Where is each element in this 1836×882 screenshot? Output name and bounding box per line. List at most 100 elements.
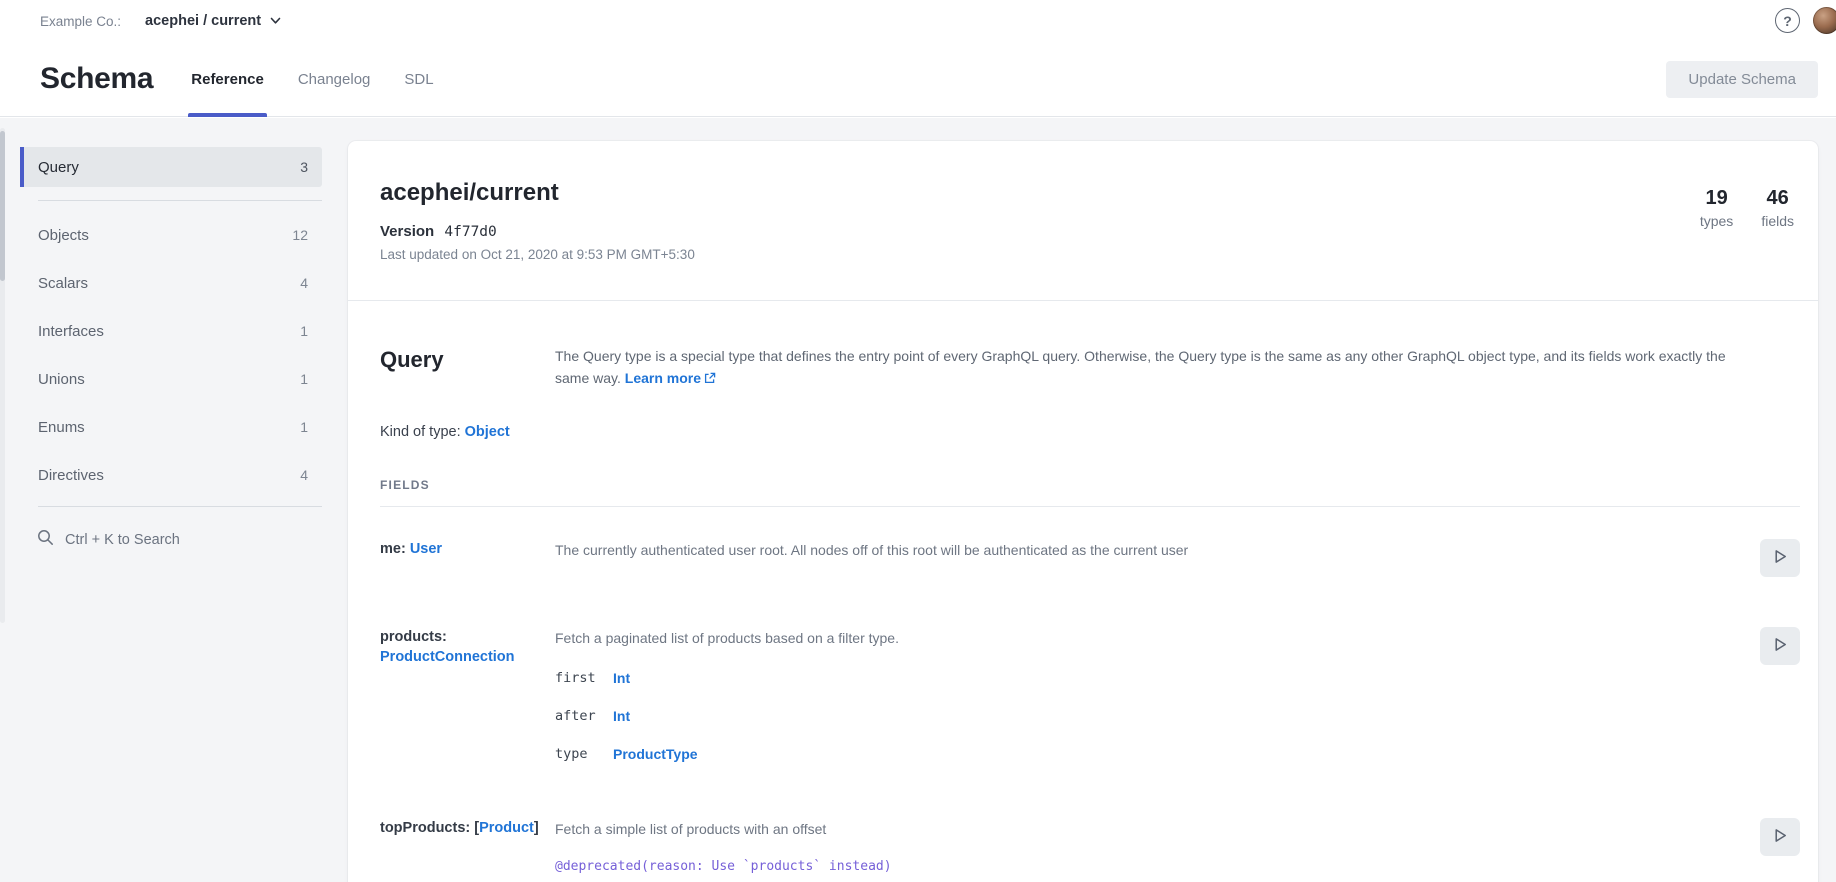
field-type-link[interactable]: ProductConnection (380, 649, 515, 665)
content-area: Query 3 Objects 12 Scalars 4 Interfaces … (0, 118, 1836, 882)
field-type-link[interactable]: User (410, 541, 442, 557)
sidebar-item-count: 3 (300, 159, 308, 175)
tab-reference[interactable]: Reference (191, 42, 264, 116)
learn-more-label: Learn more (625, 370, 701, 386)
left-scrollbar-track (0, 128, 5, 623)
play-icon (1774, 549, 1787, 567)
schema-stats: 19 types 46 fields (1700, 179, 1794, 262)
run-in-explorer-button[interactable] (1760, 818, 1800, 856)
sidebar-item-unions[interactable]: Unions 1 (20, 359, 322, 399)
arg-type-link[interactable]: Int (613, 670, 630, 686)
sidebar-divider (38, 200, 322, 201)
sidebar-item-count: 4 (300, 467, 308, 483)
field-type-link[interactable]: Product (479, 820, 534, 836)
topbar-right: ? (1775, 7, 1836, 34)
sidebar-item-scalars[interactable]: Scalars 4 (20, 263, 322, 303)
graph-selector-label: acephei / current (145, 13, 261, 29)
tab-sdl[interactable]: SDL (404, 42, 433, 116)
sidebar-item-count: 1 (300, 419, 308, 435)
field-row-topproducts: topProducts: [Product] Fetch a simple li… (380, 818, 1800, 882)
kind-value-link[interactable]: Object (465, 424, 510, 440)
type-bracket: ] (534, 820, 539, 836)
sidebar: Query 3 Objects 12 Scalars 4 Interfaces … (20, 147, 322, 550)
field-name-text: me: (380, 541, 406, 557)
kind-label: Kind of type: (380, 424, 461, 440)
stat-types-label: types (1700, 213, 1733, 229)
chevron-down-icon (270, 13, 281, 29)
left-scrollbar-thumb[interactable] (0, 131, 5, 281)
arg-row: after Int (555, 708, 1744, 724)
graph-selector-dropdown[interactable]: acephei / current (145, 13, 281, 29)
field-name: me: User (380, 539, 555, 559)
arg-type-link[interactable]: ProductType (613, 746, 698, 762)
stat-fields-label: fields (1761, 213, 1794, 229)
type-section-query: Query The Query type is a special type t… (348, 301, 1818, 882)
field-description: Fetch a paginated list of products based… (555, 627, 1744, 648)
sidebar-item-label: Directives (38, 467, 104, 484)
search-shortcut[interactable]: Ctrl + K to Search (20, 529, 322, 550)
stat-types-value: 19 (1700, 187, 1733, 210)
sidebar-item-query[interactable]: Query 3 (20, 147, 322, 187)
last-updated: Last updated on Oct 21, 2020 at 9:53 PM … (380, 247, 695, 262)
arg-name: type (555, 746, 597, 762)
sidebar-item-count: 1 (300, 323, 308, 339)
search-hint-label: Ctrl + K to Search (65, 532, 180, 548)
arg-name: after (555, 708, 597, 724)
kind-of-type-line: Kind of type: Object (380, 424, 1800, 440)
help-icon[interactable]: ? (1775, 8, 1800, 33)
sidebar-item-objects[interactable]: Objects 12 (20, 215, 322, 255)
field-name-text: topProducts: (380, 820, 470, 836)
fields-divider (380, 506, 1800, 507)
external-link-icon (704, 368, 716, 390)
sidebar-item-interfaces[interactable]: Interfaces 1 (20, 311, 322, 351)
play-icon (1774, 637, 1787, 655)
sidebar-item-label: Enums (38, 419, 85, 436)
type-description: The Query type is a special type that de… (555, 345, 1800, 390)
sidebar-item-enums[interactable]: Enums 1 (20, 407, 322, 447)
type-name: Query (380, 345, 555, 373)
field-description: The currently authenticated user root. A… (555, 539, 1744, 560)
graph-meta: acephei/current Version 4f77d0 Last upda… (380, 179, 695, 262)
topbar: Example Co.: acephei / current ? (0, 0, 1836, 42)
arg-row: type ProductType (555, 746, 1744, 762)
run-in-explorer-button[interactable] (1760, 539, 1800, 577)
sidebar-item-directives[interactable]: Directives 4 (20, 455, 322, 495)
field-name: topProducts: [Product] (380, 818, 555, 838)
org-label: Example Co.: (40, 14, 121, 29)
tab-changelog[interactable]: Changelog (298, 42, 371, 116)
graph-title: acephei/current (380, 179, 695, 207)
search-icon (37, 529, 54, 550)
field-name-text: products: (380, 629, 447, 645)
learn-more-link[interactable]: Learn more (625, 370, 716, 386)
arg-name: first (555, 670, 597, 686)
field-args: first Int after Int type ProductType (555, 670, 1744, 762)
play-icon (1774, 828, 1787, 846)
deprecated-annotation: @deprecated(reason: Use `products` inste… (555, 859, 1744, 874)
update-schema-button[interactable]: Update Schema (1666, 61, 1818, 98)
schema-reference-card: acephei/current Version 4f77d0 Last upda… (348, 141, 1818, 882)
graph-header: acephei/current Version 4f77d0 Last upda… (348, 141, 1818, 262)
arg-type-link[interactable]: Int (613, 708, 630, 724)
field-row-products: products: ProductConnection Fetch a pagi… (380, 627, 1800, 762)
sidebar-item-label: Objects (38, 227, 89, 244)
stat-fields: 46 fields (1761, 187, 1794, 262)
sidebar-item-label: Scalars (38, 275, 88, 292)
stat-fields-value: 46 (1761, 187, 1794, 210)
field-description: Fetch a simple list of products with an … (555, 818, 1744, 839)
arg-row: first Int (555, 670, 1744, 686)
tab-bar: Reference Changelog SDL (191, 42, 433, 116)
sidebar-item-label: Unions (38, 371, 85, 388)
user-avatar[interactable] (1813, 7, 1836, 34)
field-row-me: me: User The currently authenticated use… (380, 539, 1800, 577)
run-in-explorer-button[interactable] (1760, 627, 1800, 665)
version-line: Version 4f77d0 (380, 223, 695, 240)
stat-types: 19 types (1700, 187, 1733, 262)
page-title: Schema (40, 62, 153, 96)
sidebar-item-count: 4 (300, 275, 308, 291)
fields-section-label: FIELDS (380, 478, 1800, 492)
sidebar-item-count: 1 (300, 371, 308, 387)
sidebar-item-label: Interfaces (38, 323, 104, 340)
page-header: Schema Reference Changelog SDL Update Sc… (0, 42, 1836, 117)
sidebar-item-label: Query (38, 159, 79, 176)
version-hash: 4f77d0 (444, 224, 496, 240)
